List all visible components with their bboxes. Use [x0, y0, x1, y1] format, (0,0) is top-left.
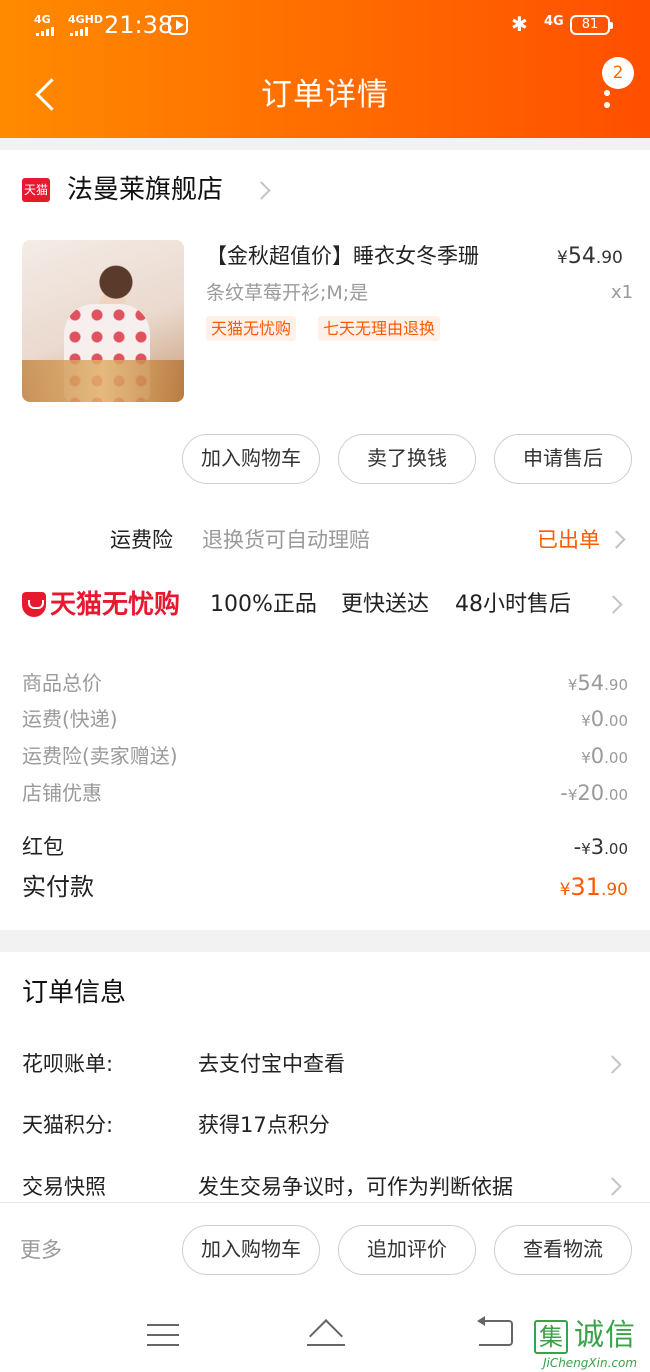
assurance-feature: 100%正品	[210, 592, 317, 617]
fee-label-total: 商品总价	[22, 671, 102, 695]
fee-int: 0	[590, 707, 605, 731]
paid-symbol: ¥	[559, 880, 571, 900]
after-sales-button[interactable]: 申请售后	[494, 434, 632, 484]
chevron-right-icon[interactable]	[603, 1177, 622, 1196]
fee-decimal: .90	[604, 676, 628, 694]
fee-value-total: ¥54.90	[568, 669, 628, 699]
product-tag: 七天无理由退换	[318, 316, 441, 341]
battery-icon: 81	[570, 15, 613, 35]
paid-int: 31	[570, 873, 601, 901]
fee-value-shop-discount: -¥20.00	[560, 779, 628, 809]
fee-decimal: .00	[604, 749, 628, 767]
product-price: ¥54.90	[557, 244, 623, 269]
red-packet-decimal: .00	[604, 840, 628, 858]
watermark-chars: 诚信	[574, 1318, 636, 1353]
network-type: 4G	[544, 14, 564, 29]
paid-decimal: .90	[600, 880, 628, 900]
bluetooth-icon: ✱	[511, 12, 528, 36]
signal-label-1: 4G	[34, 13, 51, 26]
page-title: 订单详情	[261, 77, 389, 113]
assurance-feature: 48小时售后	[455, 592, 571, 617]
red-packet-int: 3	[590, 835, 605, 859]
fee-decimal: .00	[604, 712, 628, 730]
huabei-bill-label: 花呗账单:	[22, 1052, 114, 1076]
watermark: 集 诚信 JiChengXin.com	[530, 1318, 650, 1372]
chevron-right-icon[interactable]	[604, 595, 623, 614]
paid-value: ¥31.90	[560, 870, 628, 907]
shipping-insurance-desc: 退换货可自动理赔	[202, 528, 370, 552]
product-image-blanket	[22, 360, 184, 402]
signal-label-2: 4GHD	[68, 13, 104, 26]
resell-button[interactable]: 卖了换钱	[338, 434, 476, 484]
add-review-button[interactable]: 追加评价	[338, 1225, 476, 1275]
product-title[interactable]: 【金秋超值价】睡衣女冬季珊	[206, 241, 479, 271]
signal-bars-2-icon	[70, 26, 88, 36]
chevron-right-icon[interactable]	[252, 181, 271, 200]
red-packet-label: 红包	[22, 835, 64, 859]
tmall-logo-icon: 天猫	[22, 178, 50, 202]
fee-label-shop-discount: 店铺优惠	[22, 781, 102, 805]
media-play-icon	[168, 15, 188, 35]
section-divider	[0, 138, 650, 150]
chevron-right-icon[interactable]	[607, 530, 626, 549]
menu-icon[interactable]	[147, 1322, 179, 1346]
product-tag: 天猫无忧购	[206, 316, 297, 341]
fee-symbol: ¥	[567, 676, 578, 694]
signal-bars-1-icon	[36, 26, 54, 36]
price-int: 54	[567, 244, 596, 269]
red-packet-value: -¥3.00	[574, 833, 628, 863]
shipping-insurance-status[interactable]: 已出单	[537, 524, 600, 556]
fee-value-shipping: ¥0.00	[581, 705, 628, 735]
fee-label-insurance: 运费险(卖家赠送)	[22, 744, 178, 768]
fee-sign: -	[560, 781, 568, 805]
assurance-brand[interactable]: 天猫无忧购	[50, 587, 180, 623]
product-image[interactable]	[22, 240, 184, 402]
return-icon[interactable]	[477, 1316, 513, 1346]
clock: 21:38	[104, 11, 174, 39]
notification-badge[interactable]: 2	[602, 57, 634, 89]
chevron-right-icon[interactable]	[603, 1055, 622, 1074]
product-spec: 条纹草莓开衫;M;是	[206, 282, 369, 304]
watermark-url: JiChengXin.com	[542, 1356, 638, 1370]
status-bar: 4G 4GHD 21:38 ✱ 4G 81	[0, 0, 650, 52]
shop-name[interactable]: 法曼莱旗舰店	[67, 172, 223, 208]
fee-symbol: ¥	[581, 712, 591, 730]
tmall-shield-icon	[22, 592, 46, 617]
price-decimal: .90	[595, 248, 623, 268]
assurance-feature: 更快送达	[341, 592, 430, 617]
order-info-title: 订单信息	[22, 978, 127, 1008]
fee-decimal: .00	[604, 786, 628, 804]
view-logistics-button[interactable]: 查看物流	[494, 1225, 632, 1275]
fee-int: 0	[590, 744, 605, 768]
paid-label: 实付款	[22, 873, 94, 901]
watermark-logo: 集	[534, 1320, 568, 1354]
red-packet-symbol: ¥	[581, 840, 591, 858]
fee-value-insurance: ¥0.00	[581, 742, 628, 772]
tmall-points-value: 获得17点积分	[198, 1113, 330, 1137]
more-button[interactable]: 更多	[20, 1235, 62, 1265]
home-icon[interactable]	[305, 1318, 347, 1346]
fee-label-shipping: 运费(快递)	[22, 707, 118, 731]
trade-snapshot-label: 交易快照	[22, 1175, 106, 1199]
fee-int: 54	[577, 671, 605, 695]
fee-symbol: ¥	[567, 786, 578, 804]
price-symbol: ¥	[557, 248, 568, 268]
trade-snapshot-value[interactable]: 发生交易争议时，可作为判断依据	[198, 1172, 513, 1202]
fee-int: 20	[577, 781, 605, 805]
add-to-cart-button[interactable]: 加入购物车	[182, 1225, 320, 1275]
section-divider	[0, 930, 650, 952]
product-quantity: x1	[611, 282, 634, 303]
huabei-bill-value[interactable]: 去支付宝中查看	[198, 1049, 345, 1079]
shipping-insurance-label: 运费险	[110, 528, 173, 552]
fee-symbol: ¥	[581, 749, 591, 767]
tmall-points-label: 天猫积分:	[22, 1113, 114, 1137]
add-to-cart-button[interactable]: 加入购物车	[182, 434, 320, 484]
header: 4G 4GHD 21:38 ✱ 4G 81 订单详情 2	[0, 0, 650, 138]
